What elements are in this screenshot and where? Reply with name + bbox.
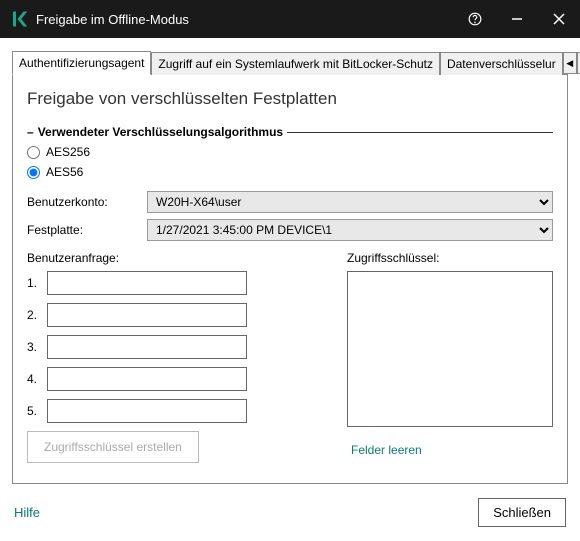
algorithm-group-label: Verwendeter Verschlüsselungsalgorithmus	[38, 125, 283, 139]
algorithm-group: – Verwendeter Verschlüsselungsalgorithmu…	[27, 125, 553, 179]
titlebar: Freigabe im Offline-Modus	[0, 0, 580, 38]
close-window-button[interactable]	[538, 0, 580, 38]
radio-aes256[interactable]: AES256	[27, 145, 553, 159]
tab-auth-agent[interactable]: Authentifizierungsagent	[12, 51, 151, 75]
radio-aes56[interactable]: AES56	[27, 165, 553, 179]
request-input-4[interactable]	[47, 367, 247, 391]
tab-bitlocker[interactable]: Zugriff auf ein Systemlaufwerk mit BitLo…	[151, 52, 440, 75]
app-logo-icon	[10, 10, 28, 28]
tab-strip: Authentifizierungsagent Zugriff auf ein …	[12, 50, 568, 75]
request-input-3[interactable]	[47, 335, 247, 359]
clear-fields-button[interactable]: Felder leeren	[347, 435, 426, 465]
tab-scroll-left[interactable]: ◀	[563, 52, 577, 74]
help-button[interactable]	[454, 0, 496, 38]
disk-label: Festplatte:	[27, 223, 147, 237]
account-label: Benutzerkonto:	[27, 195, 147, 209]
footer: Hilfe Schließen	[0, 484, 580, 541]
tab-data-encryption[interactable]: Datenverschlüsselur	[440, 52, 563, 75]
close-button[interactable]: Schließen	[478, 498, 566, 527]
request-input-5[interactable]	[47, 399, 247, 423]
minimize-button[interactable]	[496, 0, 538, 38]
disk-select[interactable]: 1/27/2021 3:45:00 PM DEVICE\1	[147, 219, 553, 241]
radio-aes256-input[interactable]	[27, 146, 40, 159]
page-title: Freigabe von verschlüsselten Festplatten	[27, 89, 553, 109]
access-key-output	[347, 271, 553, 427]
request-label: Benutzeranfrage:	[27, 251, 327, 265]
request-input-2[interactable]	[47, 303, 247, 327]
account-select[interactable]: W20H-X64\user	[147, 191, 553, 213]
access-key-label: Zugriffsschlüssel:	[347, 251, 553, 265]
tab-panel: Freigabe von verschlüsselten Festplatten…	[12, 75, 568, 484]
help-link[interactable]: Hilfe	[14, 505, 40, 520]
radio-aes56-input[interactable]	[27, 166, 40, 179]
create-key-button[interactable]: Zugriffsschlüssel erstellen	[27, 431, 199, 463]
request-input-1[interactable]	[47, 271, 247, 295]
window-title: Freigabe im Offline-Modus	[36, 12, 454, 27]
